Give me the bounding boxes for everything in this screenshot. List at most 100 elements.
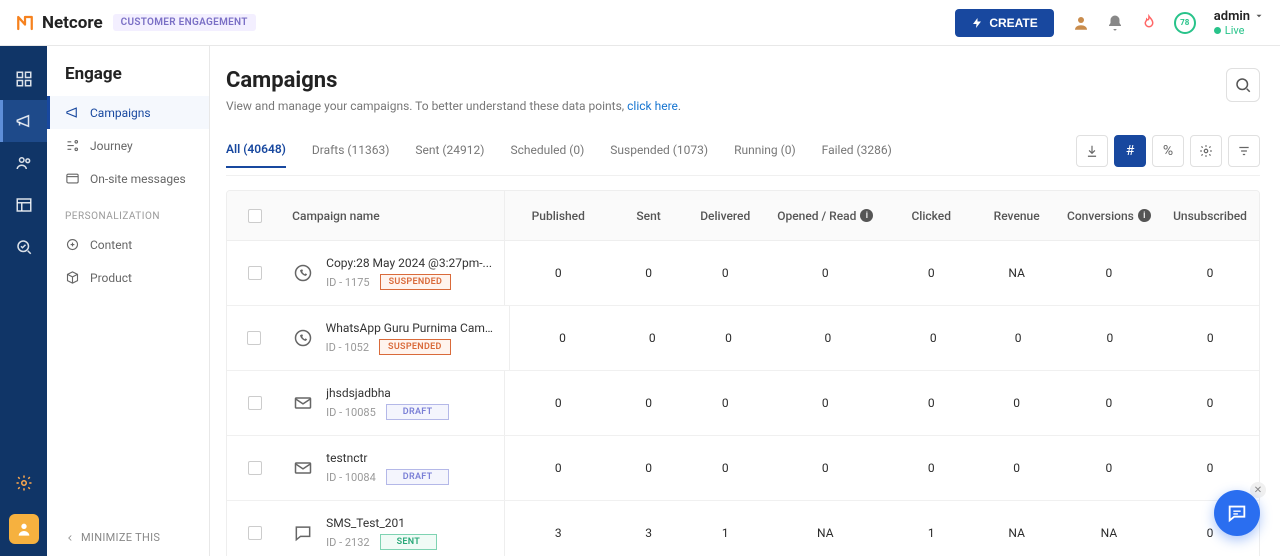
fire-icon[interactable] [1140,14,1158,32]
profile-icon[interactable] [1072,14,1090,32]
tab-scheduled[interactable]: Scheduled (0) [510,143,584,167]
product-icon [65,270,80,285]
cell-published: 0 [510,306,615,370]
col-delivered[interactable]: Delivered [686,191,765,240]
cell-revenue: NA [976,501,1057,556]
journey-icon [65,138,80,153]
cell-opened: 0 [765,371,887,435]
live-dot-icon [1214,27,1221,34]
cell-sent: 0 [611,241,686,305]
channel-icon [292,392,314,414]
select-all-checkbox[interactable] [248,209,262,223]
info-icon[interactable]: i [1138,209,1151,222]
person-icon [16,521,32,537]
cell-delivered: 1 [686,501,765,556]
col-revenue[interactable]: Revenue [976,191,1057,240]
tab-sent[interactable]: Sent (24912) [415,143,484,167]
row-checkbox[interactable] [247,331,261,345]
tab-failed[interactable]: Failed (3286) [822,143,892,167]
col-opened[interactable]: Opened / Read i [765,191,887,240]
table-row[interactable]: jhsdsjadbhaID - 10085DRAFT00000000 [227,371,1259,436]
bolt-icon [971,17,983,29]
gear-icon [1199,144,1213,158]
download-button[interactable] [1076,135,1108,167]
cell-clicked: 0 [888,306,978,370]
cell-revenue: NA [976,241,1057,305]
filter-button[interactable] [1228,135,1260,167]
sidebar-item-onsite[interactable]: On-site messages [47,162,209,195]
search-button[interactable] [1226,68,1260,102]
download-icon [1085,144,1099,158]
table-row[interactable]: testnctrID - 10084DRAFT00000000 [227,436,1259,501]
bell-icon[interactable] [1106,14,1124,32]
status-badge: SUSPENDED [379,339,451,355]
cell-conversions: NA [1057,501,1161,556]
tab-running[interactable]: Running (0) [734,143,796,167]
cell-sent: 0 [611,371,686,435]
tab-all[interactable]: All (40648) [226,142,286,168]
rail-help[interactable] [9,514,39,544]
page-title: Campaigns [226,68,681,93]
cell-sent: 3 [611,501,686,556]
info-icon[interactable]: i [860,209,873,222]
learn-more-link[interactable]: click here [627,99,678,113]
campaign-id: ID - 10085 [326,406,376,419]
content-icon [65,237,80,252]
cell-opened: 0 [765,241,887,305]
rail-settings[interactable] [0,462,47,504]
row-checkbox[interactable] [248,461,262,475]
campaign-id: ID - 10084 [326,471,376,484]
cell-revenue: 0 [976,436,1057,500]
rail-engage[interactable] [0,100,47,142]
table-row[interactable]: Copy:28 May 2024 @3:27pm-...ID - 1175SUS… [227,241,1259,306]
cell-unsubscribed: 0 [1161,306,1259,370]
page-description: View and manage your campaigns. To bette… [226,99,681,113]
col-conversions[interactable]: Conversions i [1057,191,1161,240]
minimize-label: MINIMIZE THIS [81,531,160,544]
rail-analytics[interactable] [0,226,47,268]
search-analytics-icon [15,238,33,256]
status-badge: DRAFT [386,404,450,420]
row-checkbox[interactable] [248,266,262,280]
campaign-id: ID - 1052 [326,341,369,354]
sidebar-item-content[interactable]: Content [47,228,209,261]
rail-content[interactable] [0,184,47,226]
channel-icon [292,457,314,479]
tab-drafts[interactable]: Drafts (11363) [312,143,390,167]
tab-suspended[interactable]: Suspended (1073) [610,143,708,167]
row-checkbox[interactable] [248,396,262,410]
campaign-name: testnctr [326,451,449,465]
percent-view-button[interactable]: % [1152,135,1184,167]
brand-logo[interactable]: Netcore [16,13,103,33]
settings-button[interactable] [1190,135,1222,167]
sidebar-item-campaigns[interactable]: Campaigns [47,96,209,129]
table-row[interactable]: SMS_Test_201ID - 2132SENT331NA1NANA0 [227,501,1259,556]
create-button[interactable]: CREATE [955,9,1053,37]
col-published[interactable]: Published [505,191,611,240]
chat-button[interactable] [1214,490,1260,536]
top-header: Netcore CUSTOMER ENGAGEMENT CREATE 78 ad… [0,0,1280,46]
nav-rail [0,46,47,556]
minimize-sidebar[interactable]: MINIMIZE THIS [47,519,209,556]
col-clicked[interactable]: Clicked [886,191,976,240]
user-menu[interactable]: admin Live [1214,9,1264,37]
score-ring[interactable]: 78 [1174,12,1196,34]
campaign-name: SMS_Test_201 [326,516,437,530]
cell-opened: 0 [768,306,889,370]
sidebar-item-product[interactable]: Product [47,261,209,294]
sidebar-item-label: Campaigns [90,106,151,120]
row-checkbox[interactable] [248,526,262,540]
count-view-button[interactable]: # [1114,135,1146,167]
rail-dashboard[interactable] [0,58,47,100]
col-unsubscribed[interactable]: Unsubscribed [1161,191,1259,240]
cell-delivered: 0 [689,306,767,370]
live-status: Live [1214,24,1245,37]
cell-revenue: 0 [978,306,1058,370]
col-sent[interactable]: Sent [611,191,686,240]
col-name[interactable]: Campaign name [282,191,505,240]
cell-conversions: 0 [1058,306,1161,370]
sidebar-item-journey[interactable]: Journey [47,129,209,162]
rail-audience[interactable] [0,142,47,184]
campaign-name: WhatsApp Guru Purnima Camp... [326,321,499,335]
table-row[interactable]: WhatsApp Guru Purnima Camp... ID - 1052 SU… [227,306,1259,371]
